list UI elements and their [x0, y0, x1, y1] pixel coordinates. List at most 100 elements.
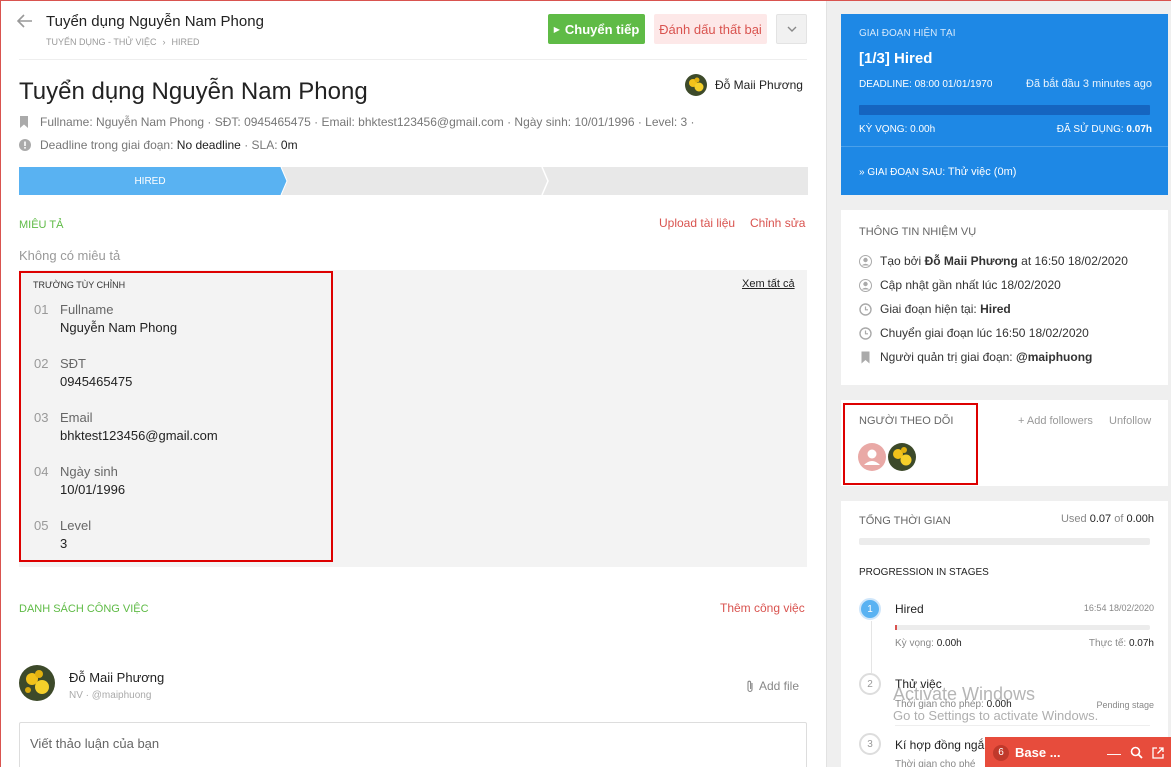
add-task-link[interactable]: Thêm công việc — [720, 601, 805, 615]
field-number: 01 — [34, 302, 49, 317]
custom-fields-title: TRƯỜNG TÙY CHỈNH — [33, 280, 126, 290]
bookmark-icon — [20, 116, 28, 128]
activation-watermark-subtitle: Go to Settings to activate Windows. — [893, 708, 1099, 723]
user-icon — [859, 278, 872, 292]
created-by: Đỗ Maii Phương — [924, 254, 1018, 268]
field-value: 10/01/1996 — [60, 482, 126, 497]
total-time-title: TỔNG THỜI GIAN — [859, 515, 951, 527]
description-empty: Không có miêu tả — [19, 248, 121, 263]
stage-time: 16:54 18/02/2020 — [1083, 603, 1154, 613]
upload-link[interactable]: Upload tài liệu — [659, 216, 735, 230]
current-stage-name: [1/3] Hired — [859, 50, 933, 67]
stage-used-label: ĐÃ SỬ DỤNG: — [1056, 124, 1124, 135]
stage-segment-contract[interactable] — [549, 167, 807, 195]
stage-hired-label[interactable]: HIRED — [19, 167, 281, 195]
activation-watermark-title: Activate Windows — [893, 684, 1036, 704]
custom-fields-panel: TRƯỜNG TÙY CHỈNH Xem tất cả — [19, 270, 807, 567]
current-stage-label: GIAI ĐOẠN HIỆN TẠI — [859, 28, 956, 39]
forward-button[interactable]: ▶ Chuyển tiếp — [548, 14, 645, 44]
created-time: at 16:50 18/02/2020 — [1021, 254, 1128, 268]
used-prefix: Used — [1060, 513, 1087, 525]
manager-value: @maiphuong — [1016, 350, 1093, 364]
unfollow-link[interactable]: Unfollow — [1109, 415, 1151, 427]
external-link-icon[interactable] — [1152, 746, 1164, 759]
updated-row: Cập nhật gần nhất lúc 18/02/2020 — [859, 278, 1061, 292]
user-icon — [859, 254, 872, 268]
field-value: 0945465475 — [60, 374, 133, 389]
avatar — [685, 74, 707, 96]
mark-failed-button[interactable]: Đánh dấu thất bại — [654, 14, 767, 44]
stage-actual-value: 0.07h — [1128, 638, 1154, 649]
breadcrumb-item[interactable]: TUYỂN DỤNG - THỬ VIỆC — [46, 37, 157, 47]
clock-icon — [859, 326, 872, 340]
followers-title: NGƯỜI THEO DÕI — [859, 415, 954, 427]
divider — [841, 146, 1168, 147]
owner-name: Đỗ Maii Phương — [715, 78, 803, 92]
stage-number-badge: 2 — [859, 673, 881, 695]
stage-expected-value: 0.00h — [936, 638, 962, 649]
field-label: Ngày sinh — [60, 464, 118, 479]
stage-started: Đã bắt đầu 3 minutes ago — [1026, 78, 1152, 90]
stage-number-badge: 3 — [859, 733, 881, 755]
more-options-button[interactable] — [776, 14, 807, 44]
created-row: Tạo bởi Đỗ Maii Phương at 16:50 18/02/20… — [859, 254, 1128, 268]
deadline-line: Deadline trong giai đoạn: No deadline · … — [19, 138, 298, 152]
header-title: Tuyển dụng Nguyễn Nam Phong — [46, 13, 264, 30]
forward-button-label: Chuyển tiếp — [564, 21, 640, 37]
sidebar: GIAI ĐOẠN HIỆN TẠI [1/3] Hired DEADLINE:… — [826, 1, 1171, 767]
field-number: 02 — [34, 356, 49, 371]
field-value: bhktest123456@gmail.com — [60, 428, 218, 443]
info-line: Fullname: Nguyễn Nam Phong · SĐT: 094546… — [19, 115, 695, 129]
info-line-text: Fullname: Nguyễn Nam Phong · SĐT: 094546… — [40, 115, 695, 129]
chat-widget[interactable]: 6 Base ... — — [985, 737, 1171, 767]
breadcrumb-item[interactable]: HIRED — [172, 37, 200, 47]
avatar — [19, 665, 55, 701]
progression-title: PROGRESSION IN STAGES — [859, 567, 989, 578]
field-label: Level — [60, 518, 92, 533]
stage-expected: Kỳ vọng: 0.00h — [895, 638, 962, 649]
used-of: of — [1114, 513, 1124, 525]
moved-text: Chuyển giai đoạn lúc 16:50 18/02/2020 — [880, 326, 1089, 340]
task-info-title: THÔNG TIN NHIỆM VỤ — [859, 226, 977, 238]
stage-segment-thu-viec[interactable] — [288, 167, 542, 195]
total-time-used: Used 0.07 of 0.00h — [1061, 513, 1154, 525]
next-stage-label: » GIAI ĐOẠN SAU: — [859, 167, 946, 178]
stage-name: Kí hợp đồng ngắ — [895, 738, 985, 752]
used-value: 0.07 — [1089, 513, 1112, 525]
comment-input[interactable]: Viết thảo luận của bạn — [19, 722, 807, 767]
current-stage-prefix: Giai đoạn hiện tại: — [880, 302, 977, 316]
view-all-link[interactable]: Xem tất cả — [742, 278, 795, 290]
chat-count-badge: 6 — [993, 744, 1009, 761]
next-stage[interactable]: » GIAI ĐOẠN SAU: Thử việc (0m) — [859, 166, 1016, 178]
sla-value: 0m — [280, 138, 298, 152]
followers-card: NGƯỜI THEO DÕI + Add followers Unfollow — [841, 400, 1168, 486]
stage-progress-fill — [895, 625, 897, 630]
stage-status: Pending stage — [1096, 700, 1154, 710]
add-file-button[interactable]: Add file — [746, 679, 799, 693]
next-stage-value: Thử việc (0m) — [947, 166, 1017, 178]
task-info-card: THÔNG TIN NHIỆM VỤ Tạo bởi Đỗ Maii Phươn… — [841, 210, 1168, 385]
stage-connector — [871, 621, 872, 673]
manager-prefix: Người quản trị giai đoạn: — [880, 350, 1013, 364]
search-icon[interactable] — [1130, 746, 1143, 759]
page-title: Tuyển dụng Nguyễn Nam Phong — [19, 78, 368, 105]
current-stage-row: Giai đoạn hiện tại: Hired — [859, 302, 1011, 316]
moved-row: Chuyển giai đoạn lúc 16:50 18/02/2020 — [859, 326, 1089, 340]
edit-link[interactable]: Chỉnh sửa — [750, 216, 805, 230]
minimize-icon[interactable]: — — [1107, 745, 1121, 761]
stage-progress — [895, 625, 1150, 630]
current-stage-card: GIAI ĐOẠN HIỆN TẠI [1/3] Hired DEADLINE:… — [841, 14, 1168, 195]
avatar[interactable] — [858, 443, 886, 471]
avatar[interactable] — [888, 443, 916, 471]
back-arrow-icon[interactable] — [15, 11, 35, 31]
bookmark-icon — [861, 351, 870, 363]
add-followers-link[interactable]: + Add followers — [1018, 415, 1093, 427]
stage-used-value: 0.07h — [1126, 124, 1152, 135]
stage-deadline: DEADLINE: 08:00 01/01/1970 — [859, 79, 993, 90]
owner[interactable]: Đỗ Maii Phương — [685, 74, 803, 96]
field-number: 04 — [34, 464, 49, 479]
alert-icon — [19, 139, 31, 151]
play-icon: ▶ — [553, 24, 560, 34]
stage-expected-label: Kỳ vọng: — [895, 638, 934, 649]
chat-label: Base ... — [1015, 745, 1061, 760]
